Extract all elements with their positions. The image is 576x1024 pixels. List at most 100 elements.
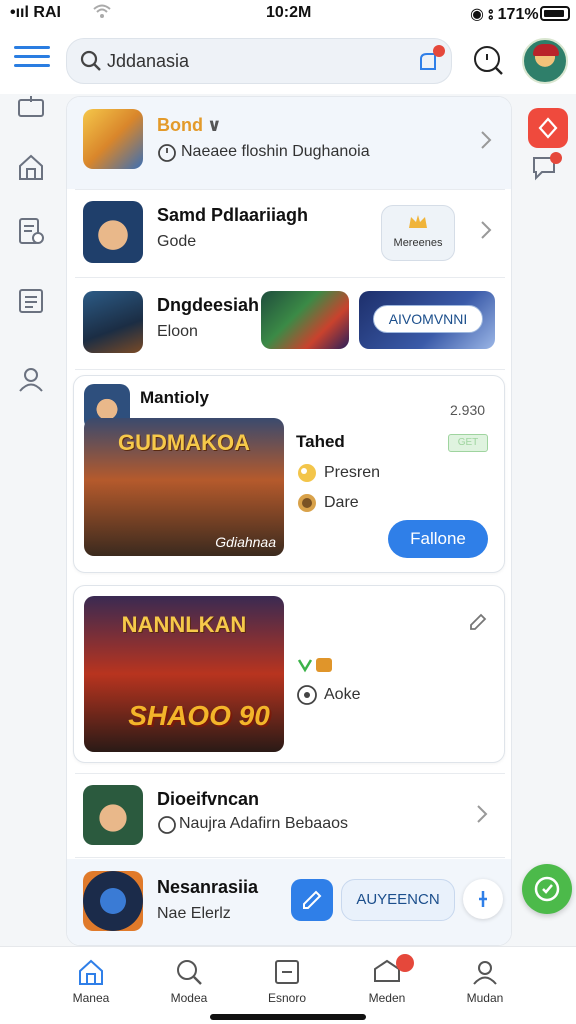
action-fab[interactable] (522, 864, 572, 914)
banner-button[interactable]: AIVOMVNNI (373, 305, 483, 333)
game-artwork[interactable]: GUDMAKOA Gdiahnaa (84, 418, 284, 556)
timer-icon (297, 685, 317, 705)
library-icon (275, 960, 299, 984)
follow-button[interactable]: Fallone (388, 520, 488, 558)
medal-icon (298, 494, 316, 512)
item-title: Dngdeesiah (157, 295, 260, 315)
reward-button[interactable]: Mereenes (381, 205, 455, 261)
card-status: Tahed (296, 432, 345, 451)
chevron-right-icon[interactable] (479, 219, 493, 241)
nav-item-messages[interactable]: Meden (342, 957, 432, 1013)
artwork-caption: Gdiahnaa (215, 534, 276, 550)
item-subtitle: Eloon (157, 323, 198, 340)
content-panel: Bond ∨ Naeaee floshin Dughanoia Samd Pdl… (66, 96, 512, 946)
app-icon (83, 201, 143, 263)
nav-label: Esnoro (267, 991, 307, 1005)
card-row: Dare (324, 494, 359, 511)
app-icon (83, 109, 143, 169)
app-icon (83, 291, 143, 353)
nav-label: Meden (368, 991, 406, 1005)
avatar[interactable] (522, 38, 568, 84)
list-item[interactable]: Bond ∨ Naeaee floshin Dughanoia (67, 97, 511, 189)
game-artwork[interactable]: NANNLKAN SHAOO 90 (84, 596, 284, 752)
list-item[interactable]: Dioeifvncan Naujra Adafirn Bebaaos (67, 773, 511, 857)
item-title: Nesanrasiia (157, 877, 259, 897)
item-title: Bond (157, 115, 203, 135)
item-title: Samd Pdlaariiagh (157, 205, 309, 225)
pencil-icon (303, 890, 322, 909)
download-count: 2.930 (450, 402, 486, 418)
reward-button-label: Mereenes (393, 237, 443, 249)
clock: 10:2M (266, 4, 312, 21)
game-banner[interactable]: AIVOMVNNI (359, 291, 495, 349)
clock-icon (158, 144, 176, 162)
battery-icon (540, 6, 570, 21)
top-bar (0, 28, 576, 94)
search-icon (177, 960, 202, 985)
status-badge: GET (448, 434, 488, 452)
profile-icon (473, 961, 497, 985)
signal-indicator: •ııl RAI (10, 4, 61, 21)
list-item[interactable]: Nesanrasiia Nae Elerlz AUYEENCN (67, 859, 511, 945)
nav-item-profile[interactable]: Mudan (440, 957, 530, 1013)
clock-icon (158, 816, 176, 834)
artwork-title: NANNLKAN (121, 612, 247, 637)
search-icon (80, 50, 101, 71)
edit-icon[interactable] (466, 610, 490, 634)
card-row: Aoke (324, 686, 361, 703)
divider (75, 857, 505, 858)
arrow-down-icon (297, 658, 332, 673)
plus-icon (479, 891, 487, 907)
app-icon (83, 871, 143, 931)
nav-label: Modea (170, 991, 208, 1005)
home-indicator (210, 1014, 366, 1020)
action-button[interactable]: AUYEENCN (341, 879, 455, 921)
app-icon (83, 785, 143, 845)
tray-icon[interactable] (16, 94, 46, 124)
menu-icon[interactable] (14, 46, 50, 72)
artwork-number: SHAOO 90 (128, 700, 270, 731)
add-button[interactable] (463, 879, 503, 919)
notification-badge (433, 45, 445, 57)
item-subtitle: Naeaee floshin Dughanoia (181, 143, 370, 160)
card-row: Presren (324, 464, 381, 481)
left-rail (0, 94, 64, 944)
artwork-title: GUDMAKOA (118, 430, 250, 455)
search-input[interactable] (107, 48, 407, 74)
status-bar: •ııl RAI 10:2M ◉ ⦂ 171% (0, 0, 576, 28)
card-header: Mantioly (140, 388, 209, 407)
nav-label: Mudan (466, 991, 504, 1005)
divider (75, 369, 505, 370)
game-card[interactable]: NANNLKAN SHAOO 90 Aoke (73, 585, 505, 763)
list-item[interactable]: Samd Pdlaariiagh Gode Mereenes Dngdeesia… (67, 189, 511, 369)
profile-icon[interactable] (16, 364, 46, 394)
home-icon (79, 959, 103, 985)
item-subtitle: Gode (157, 233, 197, 250)
game-banner[interactable] (261, 291, 349, 349)
nav-badge (396, 954, 414, 972)
item-subtitle: Nae Elerlz (157, 905, 231, 922)
list-icon[interactable] (16, 286, 46, 316)
bell-icon (538, 117, 558, 139)
shield-icon (534, 876, 560, 902)
nav-item-home[interactable]: Manea (46, 957, 136, 1013)
wifi-icon (92, 2, 112, 25)
nav-item-search[interactable]: Modea (144, 957, 234, 1013)
edit-button[interactable] (291, 879, 333, 921)
item-subtitle: Naujra Adafirn Bebaaos (179, 815, 348, 832)
search-icon[interactable] (470, 42, 506, 78)
home-icon[interactable] (16, 152, 46, 182)
nav-item-library[interactable]: Esnoro (242, 957, 332, 1013)
notes-icon[interactable] (16, 216, 46, 246)
alert-button[interactable] (528, 108, 568, 148)
game-card[interactable]: Mantioly 2.930 GUDMAKOA Gdiahnaa Tahed G… (73, 375, 505, 573)
chevron-down-icon[interactable]: ∨ (207, 115, 222, 136)
item-title: Dioeifvncan (157, 789, 260, 809)
search-bar[interactable] (66, 38, 452, 84)
chevron-right-icon[interactable] (475, 803, 489, 825)
divider (75, 277, 505, 278)
bottom-nav: Manea Modea Esnoro Meden Mudan (0, 946, 576, 1024)
chevron-right-icon[interactable] (479, 129, 493, 151)
battery-text: ◉ ⦂ 171% (470, 6, 539, 23)
trophy-icon (298, 464, 316, 482)
